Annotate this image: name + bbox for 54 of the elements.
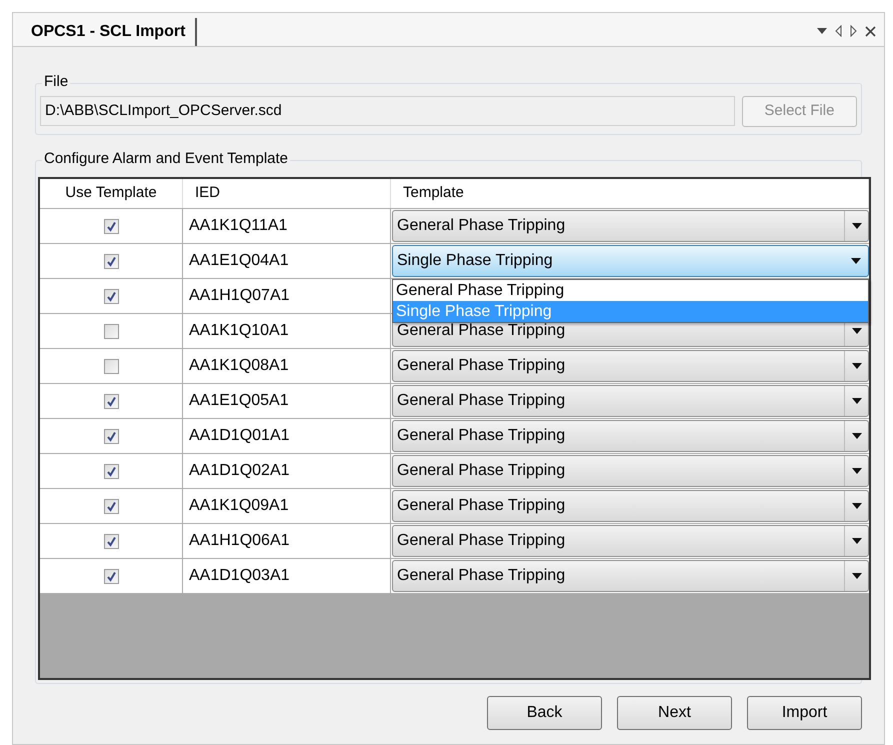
ied-cell: AA1D1Q02A1 [183, 454, 391, 488]
ied-cell: AA1H1Q07A1 [183, 279, 391, 313]
close-icon[interactable] [865, 26, 876, 36]
checkbox[interactable] [104, 534, 118, 548]
template-dropdown[interactable]: General Phase Tripping [392, 420, 869, 452]
caret-icon [852, 223, 862, 229]
column-header[interactable]: Use Template [40, 179, 183, 208]
ied-cell: AA1K1Q09A1 [183, 489, 391, 523]
scroll-right-icon[interactable] [850, 25, 857, 37]
caret-icon [852, 503, 862, 509]
caret-icon [852, 363, 862, 369]
dropdown-icon[interactable] [817, 28, 827, 34]
caret-icon [852, 433, 862, 439]
checkbox[interactable] [104, 394, 118, 408]
caret-icon [852, 538, 862, 544]
checkbox[interactable] [104, 218, 118, 234]
group-legend: Configure Alarm and Event Template [42, 150, 290, 168]
ied-cell: AA1K1Q08A1 [183, 349, 391, 383]
ied-cell: AA1E1Q05A1 [183, 384, 391, 418]
ied-cell: AA1K1Q11A1 [183, 209, 391, 243]
template-dropdown[interactable]: Single Phase Tripping [392, 245, 869, 277]
ied-cell: AA1E1Q04A1 [183, 244, 391, 278]
checkbox[interactable] [104, 288, 118, 304]
caret-icon [852, 573, 862, 579]
wizard-button[interactable]: Back [487, 696, 602, 730]
template-dropdown[interactable]: General Phase Tripping [392, 350, 869, 382]
wizard-button[interactable]: Next [617, 696, 732, 730]
column-header[interactable]: Template [391, 179, 869, 208]
checkbox[interactable] [104, 428, 118, 444]
template-dropdown[interactable]: General Phase Tripping [392, 385, 869, 417]
ied-cell: AA1H1Q06A1 [183, 524, 391, 558]
checkbox[interactable] [104, 568, 118, 584]
template-dropdown[interactable]: General Phase Tripping [392, 525, 869, 557]
dropdown-option[interactable]: General Phase Tripping [393, 280, 868, 301]
wizard-button[interactable]: Import [747, 696, 862, 730]
file-path-field: D:\ABB\SCLImport_OPCServer.scd [40, 96, 735, 126]
column-header[interactable]: IED [183, 179, 391, 208]
ied-cell: AA1D1Q03A1 [183, 559, 391, 593]
checkbox[interactable] [104, 358, 118, 374]
checkbox[interactable] [104, 498, 118, 514]
caret-icon [852, 398, 862, 404]
caret-icon [852, 468, 862, 474]
scroll-left-icon[interactable] [835, 25, 842, 37]
template-dropdown[interactable]: General Phase Tripping [392, 210, 869, 242]
caret-icon [851, 258, 861, 264]
template-dropdown[interactable]: General Phase Tripping [392, 490, 869, 522]
caret-icon [852, 328, 862, 334]
ied-cell: AA1D1Q01A1 [183, 419, 391, 453]
checkbox[interactable] [104, 254, 118, 268]
checkbox[interactable] [104, 324, 118, 338]
ied-cell: AA1K1Q10A1 [183, 314, 391, 348]
template-dropdown[interactable]: General Phase Tripping [392, 560, 869, 592]
checkbox[interactable] [104, 464, 118, 478]
template-dropdown[interactable]: General Phase Tripping [392, 455, 869, 487]
